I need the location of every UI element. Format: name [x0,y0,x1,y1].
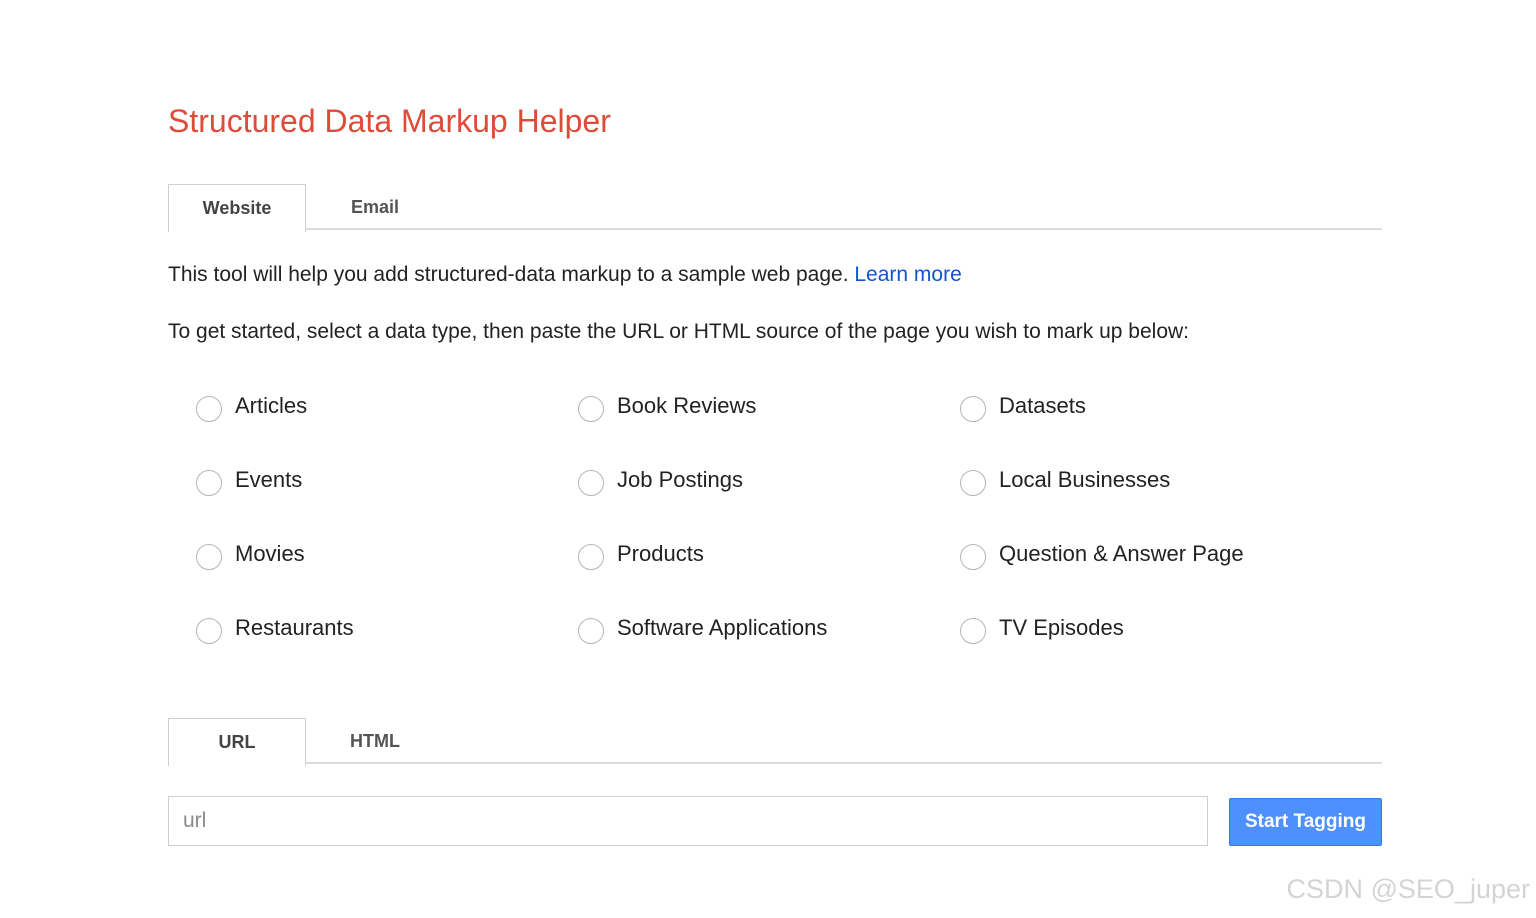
instructions-text: To get started, select a data type, then… [168,320,1189,343]
markup-helper-page: Structured Data Markup Helper Website Em… [0,0,1536,918]
option-movies[interactable]: Movies [196,538,305,570]
option-label: Local Businesses [999,467,1171,492]
tab-html[interactable]: HTML [306,718,444,764]
radio-button[interactable] [196,396,222,422]
option-label: Products [617,541,704,566]
option-label: Datasets [999,393,1086,418]
radio-button[interactable] [578,618,604,644]
tab-website[interactable]: Website [168,184,306,232]
radio-button[interactable] [960,618,986,644]
option-label: Articles [235,393,308,418]
radio-button[interactable] [578,544,604,570]
option-articles[interactable]: Articles [196,390,307,422]
option-label: Book Reviews [617,393,757,418]
option-local-businesses[interactable]: Local Businesses [960,464,1170,496]
tab-email[interactable]: Email [306,184,444,230]
option-datasets[interactable]: Datasets [960,390,1086,422]
option-label: Job Postings [617,467,743,492]
radio-button[interactable] [196,544,222,570]
option-label: Events [235,467,303,492]
start-tagging-button[interactable]: Start Tagging [1229,798,1382,846]
option-label: Software Applications [617,615,828,640]
option-label: Movies [235,541,305,566]
option-question-answer-page[interactable]: Question & Answer Page [960,538,1244,570]
option-tv-episodes[interactable]: TV Episodes [960,612,1124,644]
radio-button[interactable] [960,396,986,422]
learn-more-link[interactable]: Learn more [854,263,961,286]
intro-text: This tool will help you add structured-d… [168,263,962,287]
input-tabs: URL HTML [168,718,1382,766]
option-book-reviews[interactable]: Book Reviews [578,390,756,422]
intro-sentence: This tool will help you add structured-d… [168,263,855,286]
watermark: CSDN @SEO_juper [1286,874,1531,904]
source-tabs: Website Email [168,184,1382,232]
option-software-applications[interactable]: Software Applications [578,612,827,644]
radio-button[interactable] [960,544,986,570]
radio-button[interactable] [196,470,222,496]
radio-button[interactable] [578,470,604,496]
radio-button[interactable] [960,470,986,496]
option-job-postings[interactable]: Job Postings [578,464,743,496]
url-input[interactable] [168,796,1208,846]
page-title: Structured Data Markup Helper [168,103,611,139]
radio-button[interactable] [578,396,604,422]
option-label: Question & Answer Page [999,541,1244,566]
option-products[interactable]: Products [578,538,704,570]
radio-button[interactable] [196,618,222,644]
option-restaurants[interactable]: Restaurants [196,612,354,644]
option-label: Restaurants [235,615,354,640]
option-events[interactable]: Events [196,464,302,496]
option-label: TV Episodes [999,615,1124,640]
tab-url[interactable]: URL [168,718,306,766]
